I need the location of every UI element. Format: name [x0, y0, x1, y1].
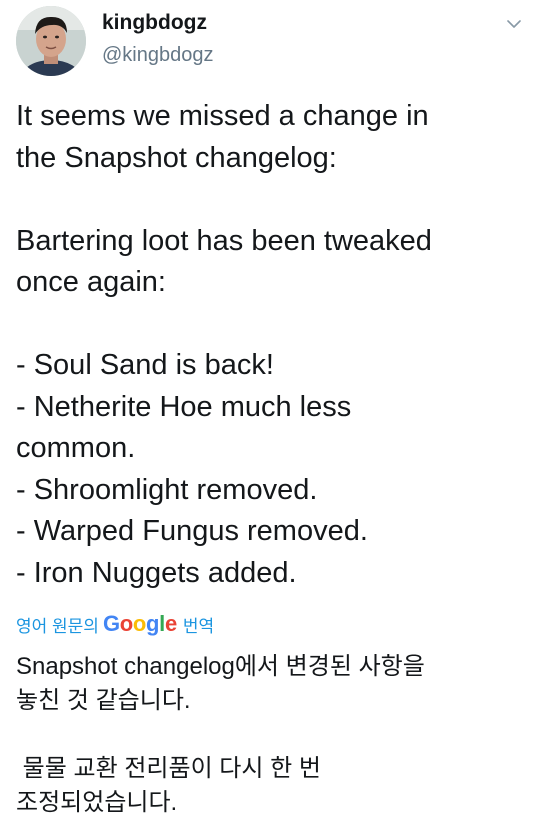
tweet-line: It seems we missed a change in — [16, 100, 429, 132]
google-letter: G — [102, 611, 120, 636]
google-letter: o — [132, 611, 147, 636]
display-name[interactable]: kingbdogz — [102, 10, 213, 36]
translate-suffix: 번역 — [182, 616, 215, 636]
tweet-line: once again: — [16, 266, 166, 298]
translated-line: Snapshot changelog에서 변경된 사항을 — [16, 653, 425, 680]
tweet-author: kingbdogz @kingbdogz — [102, 10, 213, 68]
tweet-line: - Soul Sand is back! — [16, 349, 274, 381]
tweet-text: It seems we missed a change in the Snaps… — [16, 96, 526, 594]
translated-line: 조정되었습니다. — [16, 789, 178, 816]
google-letter: o — [119, 611, 133, 636]
translate-prefix: 영어 원문의 — [16, 616, 99, 636]
tweet-line: - Iron Nuggets added. — [16, 556, 297, 589]
tweet-line: Bartering loot has been tweaked — [16, 224, 432, 257]
translated-text: Snapshot changelog에서 변경된 사항을 놓친 것 같습니다. … — [16, 650, 526, 820]
translate-tweet-link[interactable]: 영어 원문의 Google 번역 — [16, 610, 214, 638]
translated-line: 놓친 것 같습니다. — [16, 687, 191, 714]
tweet-line: - Warped Fungus removed. — [16, 515, 368, 547]
tweet-line: the Snapshot changelog: — [16, 141, 337, 174]
user-handle[interactable]: @kingbdogz — [102, 42, 213, 68]
avatar[interactable] — [16, 6, 86, 76]
google-letter: g — [146, 611, 160, 636]
tweet-line: - Shroomlight removed. — [16, 473, 318, 506]
tweet-line: common. — [16, 432, 136, 464]
translated-line: 물물 교환 전리품이 다시 한 번 — [16, 755, 321, 782]
chevron-down-icon[interactable] — [504, 14, 524, 34]
tweet-line: - Netherite Hoe much less — [16, 390, 352, 423]
google-letter: e — [164, 611, 177, 636]
tweet-header: kingbdogz @kingbdogz — [16, 6, 524, 78]
google-logo: Google — [103, 611, 177, 637]
translated-line-blank — [16, 718, 526, 752]
avatar-image — [16, 6, 86, 76]
